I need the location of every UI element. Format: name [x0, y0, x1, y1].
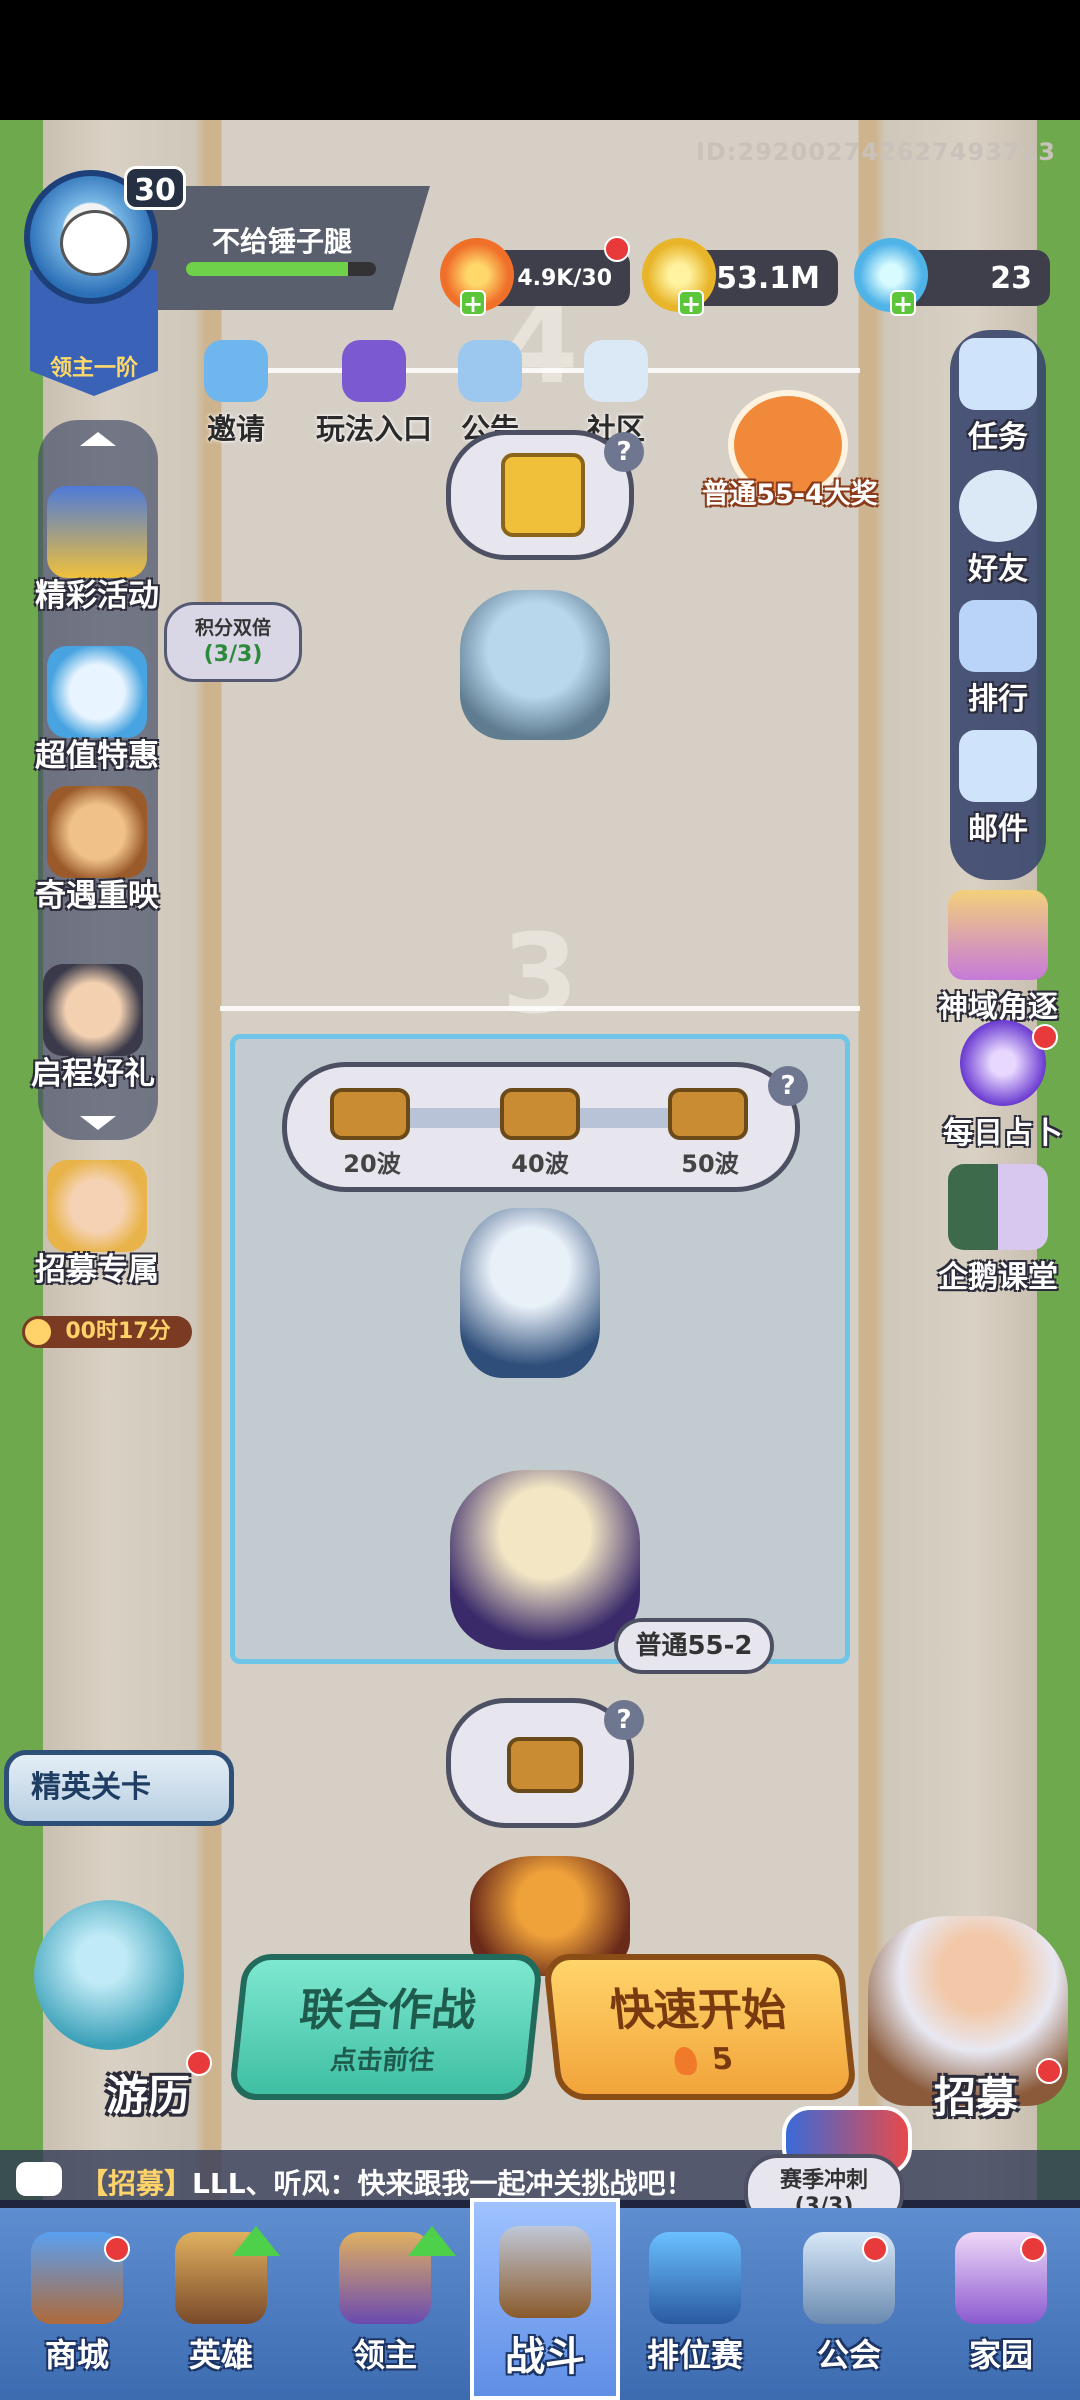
community-yeti-icon	[584, 340, 648, 402]
recruit-label[interactable]: 招募	[934, 2064, 1018, 2125]
side-item-recruit-exclusive[interactable]: 招募专属	[12, 1160, 182, 1289]
level-badge: 30	[124, 166, 186, 210]
ranked-shield-icon	[649, 2232, 741, 2324]
user-id: ID:292002742627493723	[695, 138, 1056, 166]
side-item-start-gift[interactable]: 启程好礼	[8, 964, 178, 1093]
side-item-mail[interactable]: 邮件	[913, 730, 1080, 848]
treasure-chest-icon	[47, 486, 147, 578]
gem-counter[interactable]: 23	[854, 238, 1050, 312]
side-item-penguin-class[interactable]: 企鹅课堂	[913, 1164, 1080, 1296]
flame-icon	[672, 2046, 698, 2075]
penguin-teacher-icon	[948, 1164, 1048, 1250]
notification-dot	[1032, 1024, 1058, 1050]
stage-3-boss	[460, 1208, 600, 1378]
quick-start-button[interactable]: 快速开始 5	[542, 1954, 858, 2100]
penguin-invite-icon	[204, 340, 268, 402]
side-item-divine-contest[interactable]: 神域角逐	[913, 890, 1080, 1026]
help-icon[interactable]: ?	[768, 1066, 808, 1106]
chat-message: 【招募】LLL、听风：快来跟我一起冲关挑战吧！	[80, 2167, 694, 2200]
player-exp-bar	[186, 262, 376, 276]
battle-weapons-icon	[499, 2226, 591, 2318]
clock-deal-icon	[47, 646, 147, 738]
scroll-up-arrow-icon[interactable]	[80, 432, 116, 446]
bottom-navigation: 商城 英雄 领主 战斗 排位赛 公会 家园	[0, 2198, 1080, 2400]
upgrade-arrow-icon	[232, 2226, 280, 2256]
mail-icon	[959, 730, 1037, 802]
golden-key-icon	[501, 453, 585, 537]
upgrade-arrow-icon	[408, 2226, 456, 2256]
tour-label[interactable]: 游历	[106, 2062, 190, 2123]
recruit-hero-icon	[47, 1160, 147, 1252]
player-hero	[450, 1470, 640, 1650]
wave-chest-label: 40波	[511, 1150, 569, 1178]
notification-dot	[862, 2236, 888, 2262]
nav-home[interactable]: 家园	[926, 2208, 1076, 2400]
stage-4-boss	[460, 590, 610, 740]
megaphone-icon	[458, 340, 522, 402]
gamepad-monster-icon	[342, 340, 406, 402]
add-stamina-button[interactable]: +	[460, 290, 486, 316]
wave-chest-20[interactable]	[330, 1088, 410, 1140]
help-icon[interactable]: ?	[604, 1700, 644, 1740]
chest-icon	[507, 1737, 583, 1793]
notification-dot	[104, 2236, 130, 2262]
nav-battle[interactable]: 战斗	[470, 2198, 620, 2400]
add-gem-button[interactable]: +	[890, 290, 916, 316]
wave-chest-label: 50波	[681, 1150, 739, 1178]
wings-crest-icon	[948, 890, 1048, 980]
notification-dot	[604, 236, 630, 262]
wave-chest-label: 20波	[343, 1150, 401, 1178]
player-name: 不给锤子腿	[212, 225, 353, 258]
current-stage-number: 3	[501, 910, 579, 1038]
chat-bubble-icon	[16, 2162, 62, 2196]
side-item-deals[interactable]: 超值特惠	[12, 646, 182, 775]
side-item-ranking[interactable]: 排行	[913, 600, 1080, 718]
nav-guild[interactable]: 公会	[774, 2208, 924, 2400]
side-item-tasks[interactable]: 任务	[913, 338, 1080, 456]
hero-gift-icon	[43, 964, 143, 1056]
status-bar	[0, 0, 1080, 120]
notification-dot	[1036, 2058, 1062, 2084]
current-stage-tag: 普通55-2	[614, 1618, 774, 1674]
nav-ranked[interactable]: 排位赛	[620, 2208, 770, 2400]
bear-icon	[47, 786, 147, 878]
gameplay-entry-link[interactable]: 玩法入口	[304, 340, 444, 448]
elite-stage-button[interactable]: 精英关卡	[4, 1750, 234, 1826]
hot-air-balloon-icon[interactable]	[34, 1900, 184, 2050]
timer-icon	[22, 1316, 54, 1348]
friend-icon	[959, 470, 1037, 542]
side-item-encounter[interactable]: 奇遇重映	[12, 786, 182, 915]
wave-chest-50[interactable]	[668, 1088, 748, 1140]
add-gold-button[interactable]: +	[678, 290, 704, 316]
wizard-face-icon	[60, 210, 130, 276]
invite-link[interactable]: 邀请	[176, 340, 296, 448]
stage-divider	[220, 1006, 860, 1011]
co-op-battle-button[interactable]: 联合作战 点击前往	[228, 1954, 544, 2100]
notification-dot	[186, 2050, 212, 2076]
side-item-events[interactable]: 精彩活动	[12, 486, 182, 615]
gold-counter[interactable]: 53.1M	[642, 238, 838, 312]
score-double-bubble[interactable]: 积分双倍 (3/3)	[164, 602, 302, 682]
rank-label: 领主一阶	[49, 356, 138, 381]
nav-shop[interactable]: 商城	[2, 2208, 152, 2400]
podium-icon	[959, 600, 1037, 672]
wave-chest-40[interactable]	[500, 1088, 580, 1140]
notification-dot	[1020, 2236, 1046, 2262]
stage-reward-label: 普通55-4大奖	[702, 479, 878, 510]
clipboard-icon	[959, 338, 1037, 410]
help-icon[interactable]: ?	[604, 432, 644, 472]
scroll-down-arrow-icon[interactable]	[80, 1116, 116, 1130]
side-item-friends[interactable]: 好友	[913, 470, 1080, 588]
